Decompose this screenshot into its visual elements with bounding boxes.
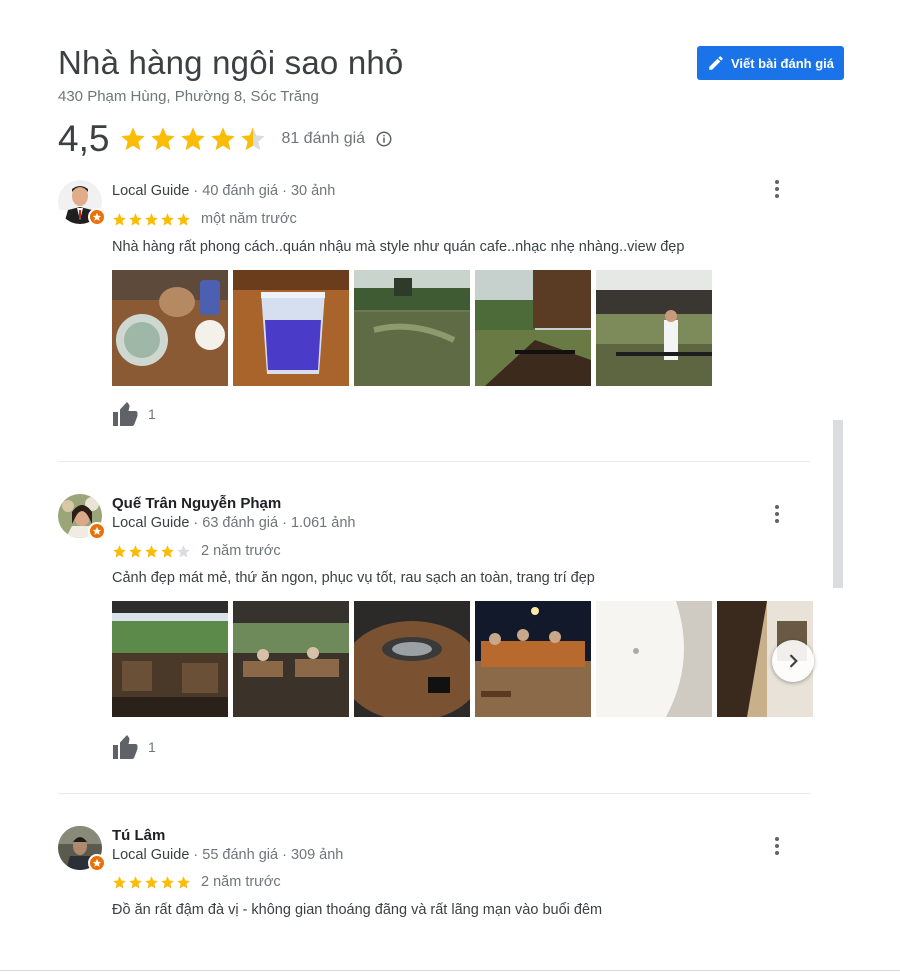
bottom-edge xyxy=(0,970,900,971)
reviewer-stats: · 40 đánh giá · 30 ảnh xyxy=(189,183,336,199)
reviewer-meta: Local Guide · 40 đánh giá · 30 ảnh xyxy=(112,183,335,199)
star-icon xyxy=(145,544,158,557)
star-icon xyxy=(177,544,190,557)
scrollbar[interactable] xyxy=(833,420,843,588)
review-text: Nhà hàng rất phong cách..quán nhậu mà st… xyxy=(112,239,685,255)
info-icon[interactable] xyxy=(375,130,393,148)
star-icon xyxy=(113,875,126,888)
review-stars xyxy=(112,212,191,227)
write-review-label: Viết bài đánh giá xyxy=(730,55,834,71)
review-count[interactable]: 81 đánh giá xyxy=(281,130,365,148)
review-rating: một năm trước xyxy=(112,211,297,227)
star-icon xyxy=(181,127,206,151)
thumbs-up-icon xyxy=(113,735,138,759)
star-icon xyxy=(211,127,236,151)
local-guide-label: Local Guide xyxy=(112,847,190,863)
review-stars xyxy=(112,544,191,559)
review-photo[interactable] xyxy=(475,601,591,717)
local-guide-label: Local Guide xyxy=(112,183,190,199)
review-photos xyxy=(112,270,712,386)
review-stars xyxy=(112,875,191,890)
place-header: Nhà hàng ngôi sao nhỏ 430 Phạm Hùng, Phư… xyxy=(58,44,844,105)
review-rating: 2 năm trước xyxy=(112,874,281,890)
avatar[interactable] xyxy=(58,180,106,226)
star-icon xyxy=(151,127,176,151)
review-photo[interactable] xyxy=(112,270,228,386)
review-photo[interactable] xyxy=(354,270,470,386)
like-count: 1 xyxy=(148,406,156,422)
local-guide-star-icon xyxy=(88,522,106,540)
more-vert-icon[interactable] xyxy=(774,505,780,523)
star-icon xyxy=(161,544,174,557)
review-photo[interactable] xyxy=(112,601,228,717)
review-photo[interactable] xyxy=(233,601,349,717)
divider xyxy=(58,793,810,794)
like-button[interactable]: 1 xyxy=(112,735,156,759)
chevron-right-icon xyxy=(789,654,798,668)
review-photos xyxy=(112,601,813,717)
review-time: một năm trước xyxy=(201,211,297,227)
review-photo[interactable] xyxy=(354,601,470,717)
next-photos-button[interactable] xyxy=(772,640,814,682)
reviewer-stats: · 55 đánh giá · 309 ảnh xyxy=(189,847,344,863)
star-icon xyxy=(177,875,190,888)
star-icon xyxy=(161,212,174,225)
star-icon xyxy=(145,212,158,225)
like-count: 1 xyxy=(148,739,156,755)
more-vert-icon[interactable] xyxy=(774,180,780,198)
review-photo[interactable] xyxy=(233,270,349,386)
star-icon xyxy=(121,127,146,151)
review-text: Đồ ăn rất đậm đà vị - không gian thoáng … xyxy=(112,902,603,918)
review-rating: 2 năm trước xyxy=(112,543,281,559)
avatar[interactable] xyxy=(58,826,106,872)
star-icon xyxy=(241,127,266,151)
pencil-icon xyxy=(709,56,723,70)
reviewer-name[interactable]: Quế Trân Nguyễn Phạm xyxy=(112,495,281,512)
star-icon xyxy=(177,212,190,225)
reviewer-meta: Local Guide · 63 đánh giá · 1.061 ảnh xyxy=(112,515,355,531)
reviewer-meta: Local Guide · 55 đánh giá · 309 ảnh xyxy=(112,847,343,863)
star-icon xyxy=(129,544,142,557)
review-time: 2 năm trước xyxy=(201,874,281,890)
star-icon xyxy=(145,875,158,888)
review-time: 2 năm trước xyxy=(201,543,281,559)
place-address: 430 Phạm Hùng, Phường 8, Sóc Trăng xyxy=(58,88,319,105)
average-stars xyxy=(119,125,267,153)
star-icon xyxy=(161,875,174,888)
divider xyxy=(58,461,810,462)
write-review-button[interactable]: Viết bài đánh giá xyxy=(696,46,844,80)
average-rating: 4,5 xyxy=(58,118,110,159)
more-vert-icon[interactable] xyxy=(774,837,780,855)
local-guide-star-icon xyxy=(88,854,106,872)
like-button[interactable]: 1 xyxy=(112,402,156,426)
local-guide-star-icon xyxy=(88,208,106,226)
star-icon xyxy=(113,212,126,225)
reviewer-name[interactable]: Tú Lâm xyxy=(112,827,165,844)
review-photo[interactable] xyxy=(596,601,712,717)
thumbs-up-icon xyxy=(113,402,138,426)
review-text: Cảnh đẹp mát mẻ, thứ ăn ngon, phục vụ tố… xyxy=(112,570,595,586)
avatar[interactable] xyxy=(58,494,106,540)
review-photo[interactable] xyxy=(596,270,712,386)
rating-summary: 4,5 81 đánh giá xyxy=(58,118,393,160)
reviewer-stats: · 63 đánh giá · 1.061 ảnh xyxy=(189,515,356,531)
local-guide-label: Local Guide xyxy=(112,515,190,531)
review-photo[interactable] xyxy=(475,270,591,386)
star-icon xyxy=(129,875,142,888)
star-icon xyxy=(129,212,142,225)
star-icon xyxy=(113,544,126,557)
